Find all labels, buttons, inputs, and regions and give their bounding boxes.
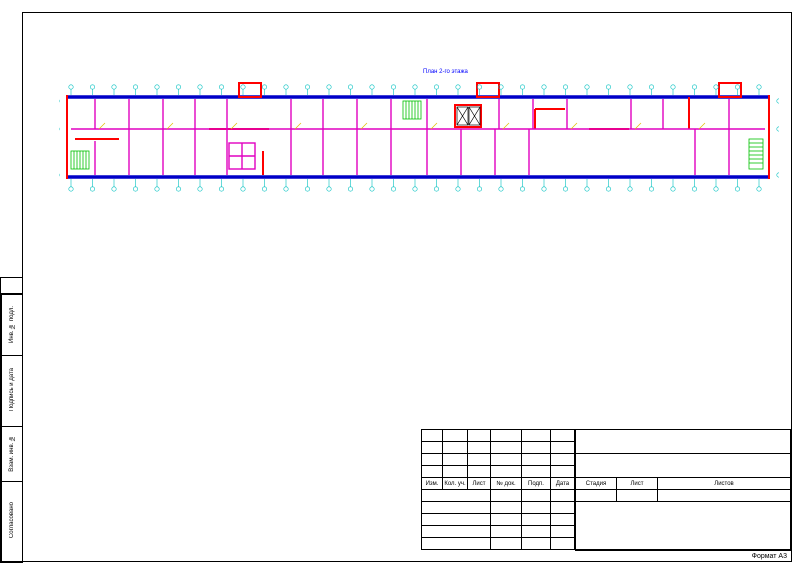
list-label: Лист: [617, 478, 658, 490]
format-label: Формат А3: [752, 553, 787, 560]
soglasovano-label: Согласовано: [9, 502, 15, 538]
stadia-label: Стадия: [576, 478, 617, 490]
binding-stamp: Инв. № подл. Подпись и дата Взам. инв. №…: [0, 293, 23, 563]
stair-icon: [71, 101, 763, 169]
vzam-inv-label: Взам. инв. №: [9, 435, 15, 472]
plan-title: План 2-го этажа: [423, 69, 468, 75]
listov-label: Листов: [658, 478, 791, 490]
rev-header-ndok: № док.: [491, 478, 522, 490]
title-block-top-rule: [575, 429, 791, 430]
drawing-frame: План 2-го этажа: [22, 12, 792, 562]
inv-podl-label: Инв. № подл.: [9, 306, 15, 343]
binding-stamp-box: [0, 277, 23, 294]
elevator-icon: [457, 107, 480, 125]
rev-header-list: Лист: [468, 478, 491, 490]
rev-header-data: Дата: [551, 478, 575, 490]
title-block: Стадия Лист Листов: [575, 429, 791, 550]
format-rule: [575, 550, 791, 551]
floor-plan: [59, 79, 779, 199]
podpis-data-label: Подпись и дата: [9, 368, 15, 411]
rev-header-izm: Изм.: [422, 478, 443, 490]
revision-table: Изм. Кол. уч. Лист № док. Подп. Дата: [421, 429, 575, 550]
rev-header-podp: Подп.: [522, 478, 551, 490]
rev-header-koluch: Кол. уч.: [443, 478, 468, 490]
